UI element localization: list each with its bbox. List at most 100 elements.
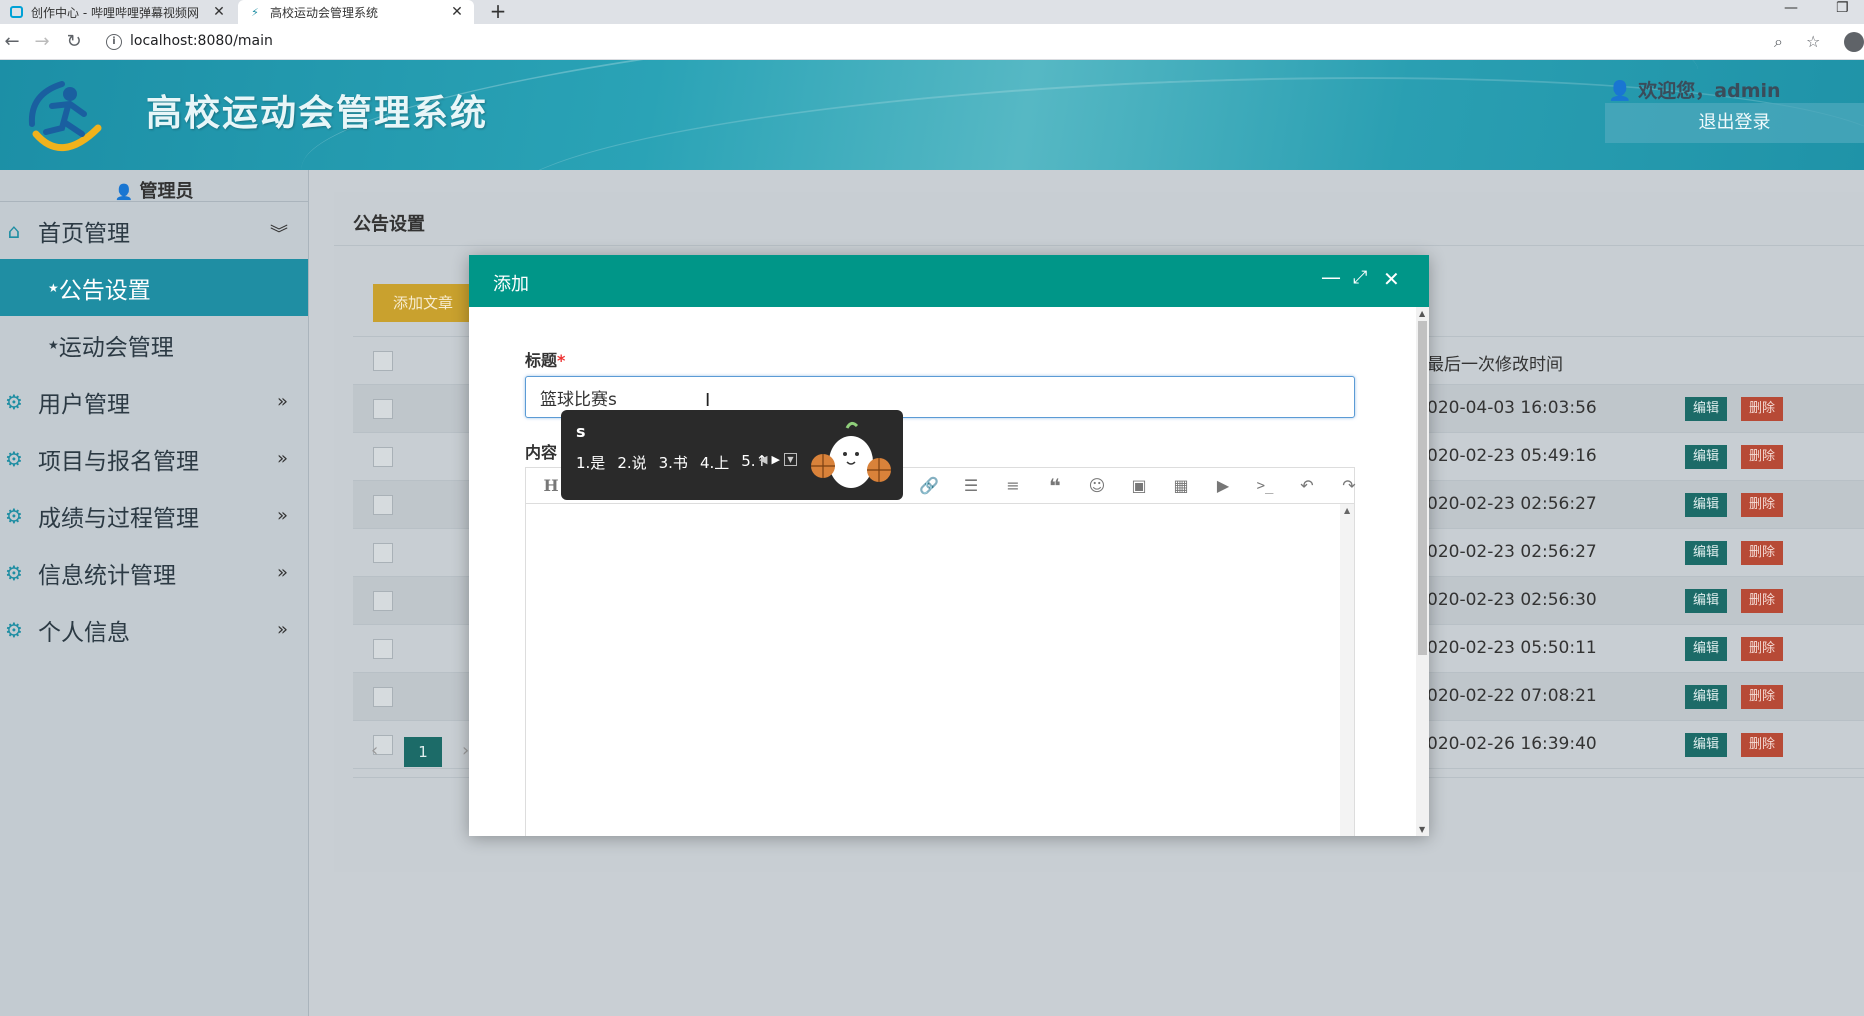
- align-icon[interactable]: ≡: [1002, 475, 1024, 497]
- redo-icon[interactable]: ↷: [1338, 475, 1360, 497]
- close-icon[interactable]: ✕: [210, 4, 228, 20]
- sidebar-item-home[interactable]: ⌂ 首页管理 ︾: [0, 202, 308, 259]
- edit-button[interactable]: 编辑: [1685, 541, 1727, 565]
- sidebar-item-statistics[interactable]: ⚙ 信息统计管理 »: [0, 544, 308, 601]
- delete-button[interactable]: 删除: [1741, 445, 1783, 469]
- minimize-icon[interactable]: —: [1321, 265, 1341, 289]
- row-modified-time: 020-02-23 05:50:11: [1427, 638, 1597, 658]
- quote-icon[interactable]: ❝: [1044, 475, 1066, 497]
- logout-button[interactable]: 退出登录: [1605, 103, 1864, 143]
- site-info-icon[interactable]: i: [106, 34, 122, 50]
- new-tab-button[interactable]: +: [484, 0, 512, 24]
- ime-candidate[interactable]: 1.是: [576, 452, 605, 473]
- row-checkbox[interactable]: [373, 639, 393, 659]
- tab-title: 创作中心 - 哔哩哔哩弹幕视频网: [31, 5, 199, 20]
- zoom-icon[interactable]: ⌕: [1774, 32, 1783, 52]
- delete-button[interactable]: 删除: [1741, 541, 1783, 565]
- editor-scrollbar[interactable]: ▲: [1340, 504, 1354, 836]
- sidebar-item-profile[interactable]: ⚙ 个人信息 »: [0, 601, 308, 658]
- ime-composition: s: [576, 422, 586, 441]
- browser-tab-sports[interactable]: ⚡ 高校运动会管理系统 ✕: [238, 0, 474, 24]
- select-all-checkbox[interactable]: [373, 351, 393, 371]
- back-icon[interactable]: ←: [0, 30, 24, 54]
- image-icon[interactable]: ▣: [1128, 475, 1150, 497]
- chevron-right-icon: »: [276, 391, 288, 412]
- ime-candidate[interactable]: 4.上: [700, 452, 729, 473]
- video-icon[interactable]: ▶: [1212, 475, 1234, 497]
- delete-button[interactable]: 删除: [1741, 397, 1783, 421]
- bullet-list-icon[interactable]: ☰: [960, 475, 982, 497]
- sidebar-subitem-label: 公告设置: [58, 277, 151, 304]
- row-checkbox[interactable]: [373, 447, 393, 467]
- scroll-up-icon[interactable]: ▲: [1419, 309, 1425, 318]
- page-title: 公告设置: [334, 192, 1864, 246]
- heading-tool-icon[interactable]: H: [540, 475, 562, 497]
- ime-candidate-popup: s 1.是 2.说 3.书 4.上 5.↑ ◀ ▶ ▼: [561, 410, 903, 500]
- row-checkbox[interactable]: [373, 399, 393, 419]
- sidebar-subitem-sports-meet[interactable]: ★ 运动会管理: [0, 316, 308, 373]
- page-number-button[interactable]: 1: [404, 737, 442, 767]
- ime-candidate[interactable]: 2.说: [617, 452, 646, 473]
- ime-next-icon[interactable]: ▶: [771, 453, 779, 466]
- link-icon[interactable]: 🔗: [918, 475, 940, 497]
- edit-button[interactable]: 编辑: [1685, 589, 1727, 613]
- undo-icon[interactable]: ↶: [1296, 475, 1318, 497]
- column-header-last-modified: 最后一次修改时间: [1427, 355, 1563, 375]
- chevron-right-icon: »: [276, 505, 288, 526]
- delete-button[interactable]: 删除: [1741, 493, 1783, 517]
- dialog-title: 添加: [493, 274, 529, 295]
- delete-button[interactable]: 删除: [1741, 637, 1783, 661]
- edit-button[interactable]: 编辑: [1685, 637, 1727, 661]
- sidebar-role: 👤 管理员: [0, 170, 308, 202]
- editor-content-area[interactable]: [526, 504, 1341, 836]
- ime-candidate[interactable]: 3.书: [659, 452, 688, 473]
- sidebar-item-projects[interactable]: ⚙ 项目与报名管理 »: [0, 430, 308, 487]
- scroll-thumb[interactable]: [1418, 321, 1427, 655]
- browser-tab-bilibili[interactable]: 创作中心 - 哔哩哔哩弹幕视频网 ✕: [0, 0, 236, 24]
- edit-button[interactable]: 编辑: [1685, 493, 1727, 517]
- row-checkbox[interactable]: [373, 495, 393, 515]
- profile-avatar-icon[interactable]: [1844, 32, 1864, 52]
- url-field[interactable]: localhost:8080/main: [130, 33, 273, 49]
- sidebar-subitem-notice[interactable]: ★ 公告设置: [0, 259, 308, 316]
- reload-icon[interactable]: ↻: [62, 30, 86, 54]
- sidebar-item-users[interactable]: ⚙ 用户管理 »: [0, 373, 308, 430]
- code-icon[interactable]: >_: [1254, 475, 1276, 497]
- row-checkbox[interactable]: [373, 591, 393, 611]
- ime-expand-icon[interactable]: ▼: [783, 453, 797, 466]
- row-checkbox[interactable]: [373, 543, 393, 563]
- close-icon[interactable]: ✕: [448, 4, 466, 20]
- gear-icon: ⚙: [5, 617, 23, 642]
- row-checkbox[interactable]: [373, 687, 393, 707]
- title-field-label: 标题*: [525, 347, 565, 371]
- edit-button[interactable]: 编辑: [1685, 445, 1727, 469]
- maximize-icon[interactable]: ⤢: [1353, 267, 1367, 288]
- delete-button[interactable]: 删除: [1741, 685, 1783, 709]
- scroll-up-icon[interactable]: ▲: [1344, 506, 1350, 515]
- welcome-text: 👤 欢迎您，admin: [1608, 76, 1781, 103]
- emoji-icon[interactable]: ☺: [1086, 475, 1108, 497]
- gear-icon: ⚙: [5, 389, 23, 414]
- app-header: 高校运动会管理系统 👤 欢迎您，admin 退出登录: [0, 60, 1864, 170]
- dialog-scrollbar[interactable]: ▲ ▼: [1416, 307, 1429, 836]
- edit-button[interactable]: 编辑: [1685, 397, 1727, 421]
- sidebar-item-scores[interactable]: ⚙ 成绩与过程管理 »: [0, 487, 308, 544]
- close-icon[interactable]: ✕: [1383, 267, 1400, 291]
- scroll-down-icon[interactable]: ▼: [1419, 825, 1425, 834]
- add-article-button[interactable]: 添加文章: [373, 284, 473, 322]
- row-modified-time: 020-02-23 02:56:27: [1427, 542, 1597, 562]
- minimize-window-icon[interactable]: —: [1784, 0, 1798, 20]
- table-icon[interactable]: ▦: [1170, 475, 1192, 497]
- forward-icon[interactable]: →: [30, 30, 54, 54]
- home-icon: ⌂: [7, 218, 21, 243]
- ime-prev-icon[interactable]: ◀: [759, 453, 767, 466]
- prev-page-icon[interactable]: ‹: [371, 740, 378, 761]
- bookmark-star-icon[interactable]: ☆: [1806, 32, 1820, 51]
- ime-mascot-icon: [811, 421, 891, 488]
- dialog-header: 添加 — ⤢ ✕: [469, 255, 1429, 307]
- chevron-right-icon: »: [276, 448, 288, 469]
- restore-window-icon[interactable]: ❐: [1836, 0, 1849, 20]
- sidebar-item-label: 个人信息: [38, 619, 130, 646]
- delete-button[interactable]: 删除: [1741, 589, 1783, 613]
- edit-button[interactable]: 编辑: [1685, 685, 1727, 709]
